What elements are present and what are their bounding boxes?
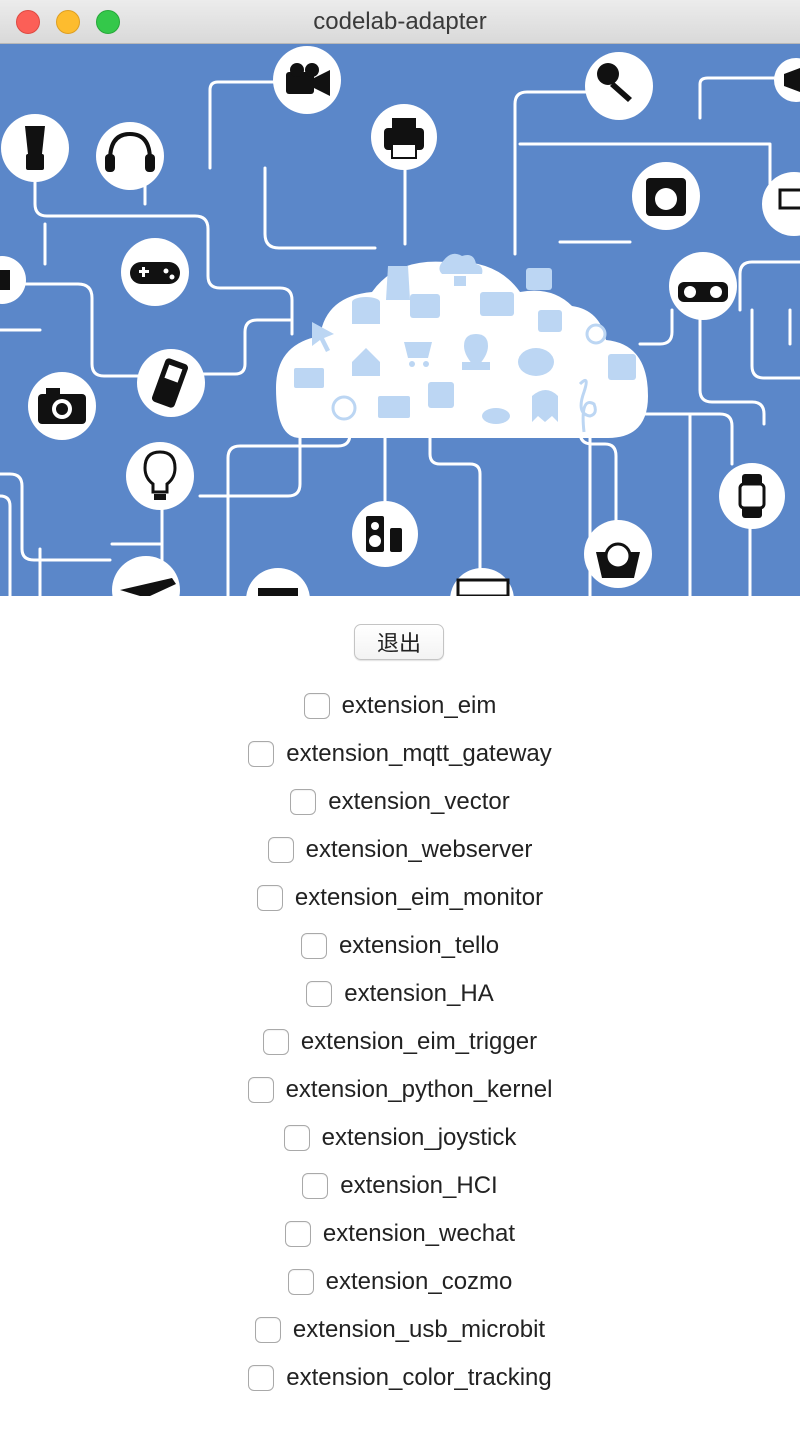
extension-label[interactable]: extension_joystick — [322, 1124, 517, 1152]
extension-item[interactable]: extension_vector — [0, 778, 800, 826]
extension-checkbox[interactable] — [262, 1029, 289, 1055]
extension-item[interactable]: extension_python_kernel — [0, 1066, 800, 1114]
extension-label[interactable]: extension_HA — [344, 980, 493, 1008]
extension-item[interactable]: extension_joystick — [0, 1114, 800, 1162]
extension-item[interactable]: extension_webserver — [0, 826, 800, 874]
extension-label[interactable]: extension_vector — [328, 788, 509, 816]
extension-item[interactable]: extension_eim_trigger — [0, 1018, 800, 1066]
extension-label[interactable]: extension_usb_microbit — [293, 1316, 545, 1344]
extension-label[interactable]: extension_wechat — [323, 1220, 515, 1248]
extension-item[interactable]: extension_color_tracking — [0, 1354, 800, 1402]
extension-checkbox[interactable] — [300, 933, 327, 959]
extension-label[interactable]: extension_webserver — [306, 836, 533, 864]
extension-label[interactable]: extension_color_tracking — [286, 1364, 552, 1392]
extension-label[interactable]: extension_HCI — [340, 1172, 497, 1200]
controls-area: 退出 extension_eim extension_mqtt_gateway ex… — [0, 596, 800, 1444]
extension-label[interactable]: extension_mqtt_gateway — [286, 740, 552, 768]
extension-item[interactable]: extension_HCI — [0, 1162, 800, 1210]
extension-checkbox[interactable] — [248, 1365, 275, 1391]
extension-item[interactable]: extension_mqtt_gateway — [0, 730, 800, 778]
extension-item[interactable]: extension_wechat — [0, 1210, 800, 1258]
extension-label[interactable]: extension_eim — [342, 692, 497, 720]
extension-label[interactable]: extension_eim_monitor — [295, 884, 543, 912]
extension-checkbox[interactable] — [247, 1077, 274, 1103]
extension-label[interactable]: extension_eim_trigger — [301, 1028, 537, 1056]
extension-item[interactable]: extension_eim — [0, 682, 800, 730]
extension-checkbox[interactable] — [290, 789, 317, 815]
title-bar[interactable]: codelab-adapter — [0, 0, 800, 44]
extension-checkbox[interactable] — [302, 1173, 329, 1199]
extension-checkbox[interactable] — [267, 837, 294, 863]
extension-checkbox[interactable] — [303, 693, 330, 719]
iot-illustration — [0, 44, 800, 596]
iot-banner-image — [0, 44, 800, 596]
extension-label[interactable]: extension_tello — [339, 932, 499, 960]
extension-item[interactable]: extension_cozmo — [0, 1258, 800, 1306]
extension-item[interactable]: extension_tello — [0, 922, 800, 970]
app-window: codelab-adapter 退出 extension_eim extensi… — [0, 0, 800, 1444]
extension-label[interactable]: extension_python_kernel — [286, 1076, 553, 1104]
extension-checkbox[interactable] — [284, 1221, 311, 1247]
extension-item[interactable]: extension_eim_monitor — [0, 874, 800, 922]
extension-item[interactable]: extension_HA — [0, 970, 800, 1018]
extension-checkbox[interactable] — [248, 741, 275, 767]
window-title: codelab-adapter — [313, 8, 487, 35]
extension-checkbox[interactable] — [283, 1125, 310, 1151]
extension-item[interactable]: extension_usb_microbit — [0, 1306, 800, 1354]
extension-checkbox[interactable] — [256, 885, 283, 911]
extension-checkbox[interactable] — [306, 981, 333, 1007]
extension-list: extension_eim extension_mqtt_gatewayexten… — [0, 682, 800, 1402]
quit-button[interactable]: 退出 — [354, 624, 444, 660]
extension-checkbox[interactable] — [287, 1269, 314, 1295]
extension-label[interactable]: extension_cozmo — [326, 1268, 513, 1296]
extension-checkbox[interactable] — [254, 1317, 281, 1343]
